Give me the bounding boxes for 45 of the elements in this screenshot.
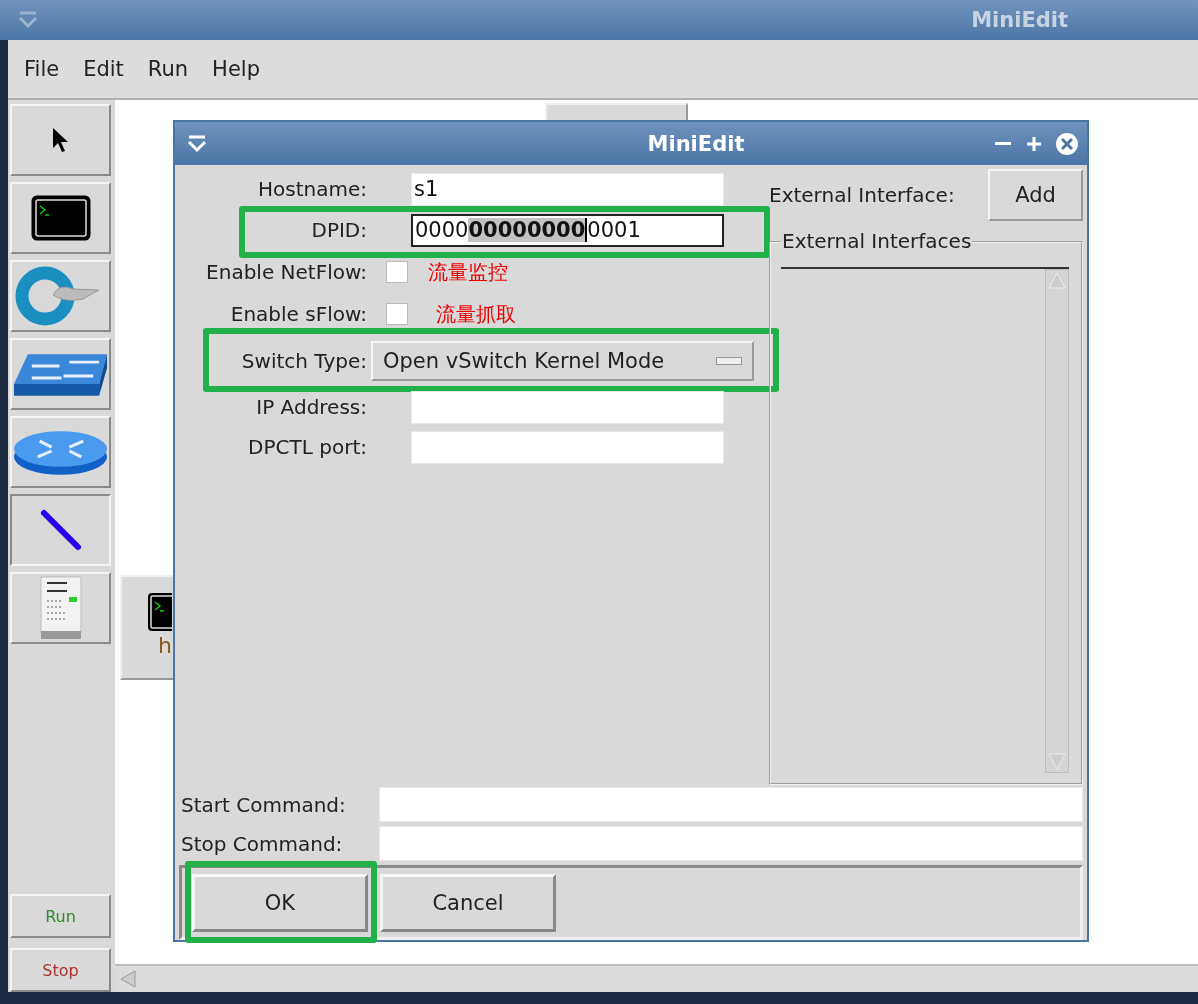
vertical-scrollbar[interactable] [1045,269,1069,774]
field-label: Hostname: [257,177,367,202]
command-field[interactable] [379,787,1083,823]
minimize-icon [995,141,1011,146]
ok-button[interactable]: OK [192,873,368,932]
field-label: Switch Type: [240,349,367,374]
dialog-title: MiniEdit [646,131,746,156]
command-field[interactable] [379,826,1083,862]
text-field[interactable] [411,430,724,464]
host-node[interactable]: h [120,575,173,680]
menu-item[interactable]: File [14,57,74,81]
window-menu-icon [187,134,207,153]
field-label: IP Address: [255,395,367,420]
maximize-icon [1025,134,1043,153]
dpid-field[interactable]: 0000000000000001 [411,213,724,247]
switch-type-menu[interactable]: Open vSwitch Kernel Mode [371,341,754,382]
field-label: Enable sFlow: [229,302,367,327]
field-label: DPCTL port: [247,435,367,460]
checkbox[interactable] [386,261,408,284]
menu-item[interactable]: Help [202,57,274,81]
menu-item[interactable]: Run [137,57,203,81]
field-label: DPID: [310,218,367,243]
stop-button[interactable]: Stop [10,948,111,992]
window-menu-icon [18,11,38,29]
node-label: h [158,633,172,658]
window-title: MiniEdit [971,8,1068,32]
annotation-text: 流量监控 [428,258,508,286]
scroll-up-icon [1047,270,1067,291]
menu-item[interactable]: Edit [73,57,138,81]
text-field[interactable]: s1 [411,172,724,206]
line-icon [38,508,83,552]
menu-indicator-icon [716,357,742,366]
annotation-text: 流量抓取 [436,300,516,328]
field-label: Stop Command: [181,831,344,856]
close-icon [1055,131,1079,156]
tool-button[interactable] [10,494,111,566]
server-icon [38,575,83,641]
field-label: External Interface: [769,183,955,208]
text-field[interactable] [411,390,724,424]
add-button[interactable]: Add [988,169,1083,222]
field-label: Start Command: [181,792,347,817]
terminal-icon [30,195,91,241]
field-label: Enable NetFlow: [205,260,367,285]
checkbox[interactable] [386,303,408,326]
cancel-button[interactable]: Cancel [380,873,556,932]
